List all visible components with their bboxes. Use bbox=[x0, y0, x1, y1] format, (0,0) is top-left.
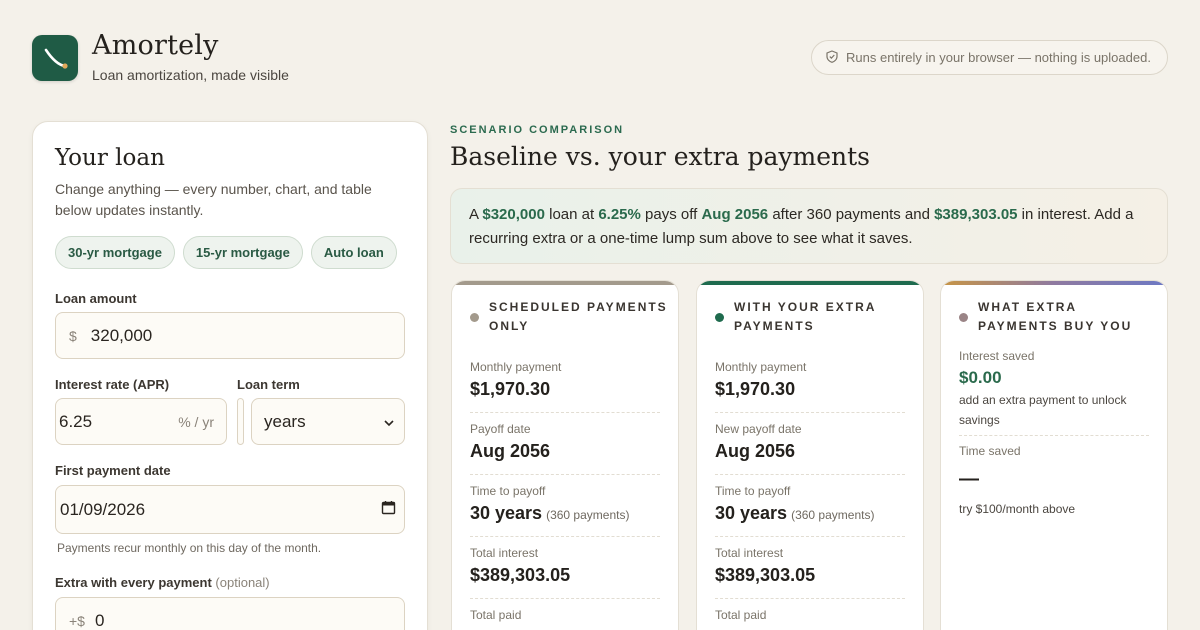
first-payment-value: 01/09/2026 bbox=[60, 499, 146, 519]
extra-payoff: New payoff date Aug 2056 bbox=[715, 422, 905, 475]
preset-auto-loan-button[interactable]: Auto loan bbox=[310, 236, 397, 269]
interest-rate-input[interactable]: 6.25 % / yr bbox=[55, 398, 227, 445]
loan-amount-label: Loan amount bbox=[55, 291, 137, 306]
interest-saved-note: add an extra payment to unlock savings bbox=[959, 393, 1127, 427]
loan-amount-input[interactable]: $ 320,000 bbox=[55, 312, 405, 359]
extra-card-title: WITH YOUR EXTRA PAYMENTS bbox=[734, 300, 877, 333]
comparison-title: Baseline vs. your extra payments bbox=[450, 142, 871, 171]
status-dot-icon bbox=[715, 313, 724, 322]
loan-term-label: Loan term bbox=[237, 377, 300, 392]
extra-time: Time to payoff 30 years (360 payments) bbox=[715, 484, 905, 537]
baseline-interest: Total interest $389,303.05 bbox=[470, 546, 660, 599]
first-payment-date-input[interactable]: 01/09/2026 bbox=[55, 485, 405, 534]
section-eyebrow: SCENARIO COMPARISON bbox=[450, 124, 625, 136]
dollar-prefix: $ bbox=[69, 327, 77, 344]
extra-payment-value: 0 bbox=[94, 610, 105, 630]
baseline-total-paid: Total paid bbox=[470, 608, 522, 622]
card-accent-bar bbox=[452, 281, 678, 285]
app-tagline: Loan amortization, made visible bbox=[92, 67, 289, 83]
time-saved-note: try $100/month above bbox=[959, 502, 1076, 516]
interest-saved-value: $0.00 bbox=[959, 368, 1002, 387]
loan-term-input[interactable] bbox=[237, 398, 244, 445]
preset-15yr-mortgage-button[interactable]: 15-yr mortgage bbox=[182, 236, 303, 269]
extra-interest: Total interest $389,303.05 bbox=[715, 546, 905, 599]
savings-card: WHAT EXTRA PAYMENTS BUY YOU Interest sav… bbox=[940, 280, 1168, 630]
summary-banner: A $320,000 loan at 6.25% pays off Aug 20… bbox=[450, 188, 1168, 264]
card-accent-bar bbox=[697, 281, 923, 285]
preset-30yr-mortgage-button[interactable]: 30-yr mortgage bbox=[55, 236, 175, 269]
app-logo-icon bbox=[32, 35, 78, 81]
shield-icon bbox=[826, 49, 838, 66]
baseline-time: Time to payoff 30 years (360 payments) bbox=[470, 484, 660, 537]
status-dot-icon bbox=[959, 313, 968, 322]
first-payment-label: First payment date bbox=[55, 463, 171, 478]
status-dot-icon bbox=[470, 313, 479, 322]
card-accent-bar bbox=[941, 281, 1167, 285]
extra-payment-input[interactable]: +$ 0 bbox=[55, 597, 405, 630]
baseline-card: SCHEDULED PAYMENTS ONLY Monthly payment … bbox=[451, 280, 679, 630]
time-saved-value: — bbox=[959, 468, 979, 490]
loan-form-description: Change anything — every number, chart, a… bbox=[55, 181, 372, 218]
interest-rate-value: 6.25 bbox=[59, 411, 93, 431]
summary-amount: $320,000 bbox=[482, 206, 545, 223]
interest-saved: Interest saved $0.00 add an extra paymen… bbox=[959, 349, 1149, 436]
baseline-card-title: SCHEDULED PAYMENTS ONLY bbox=[489, 300, 668, 333]
privacy-badge: Runs entirely in your browser — nothing … bbox=[811, 40, 1168, 75]
extra-payment-label: Extra with every payment (optional) bbox=[55, 575, 270, 590]
extra-monthly: Monthly payment $1,970.30 bbox=[715, 360, 905, 413]
privacy-text: Runs entirely in your browser — nothing … bbox=[846, 50, 1151, 65]
loan-form-title: Your loan bbox=[55, 145, 165, 171]
baseline-monthly: Monthly payment $1,970.30 bbox=[470, 360, 660, 413]
savings-card-title: WHAT EXTRA PAYMENTS BUY YOU bbox=[978, 300, 1133, 333]
rate-suffix: % / yr bbox=[178, 413, 214, 430]
loan-term-unit: years bbox=[264, 411, 306, 431]
chevron-down-icon bbox=[384, 412, 394, 432]
baseline-payoff: Payoff date Aug 2056 bbox=[470, 422, 660, 475]
interest-rate-label: Interest rate (APR) bbox=[55, 377, 170, 392]
optional-tag: (optional) bbox=[215, 575, 270, 590]
summary-payoff: Aug 2056 bbox=[701, 206, 769, 223]
loan-amount-value: 320,000 bbox=[90, 325, 153, 345]
time-saved: Time saved — try $100/month above bbox=[959, 444, 1149, 519]
extra-payments-card: WITH YOUR EXTRA PAYMENTS Monthly payment… bbox=[696, 280, 924, 630]
summary-rate: 6.25% bbox=[598, 206, 641, 223]
extra-total-paid: Total paid bbox=[715, 608, 767, 622]
summary-interest: $389,303.05 bbox=[934, 206, 1018, 223]
loan-term-unit-select[interactable]: years bbox=[251, 398, 405, 445]
app-name: Amortely bbox=[92, 30, 219, 61]
plus-dollar-prefix: +$ bbox=[69, 612, 85, 629]
preset-buttons: 30-yr mortgage 15-yr mortgage Auto loan bbox=[55, 236, 397, 269]
loan-form-card: Your loan Change anything — every number… bbox=[32, 121, 428, 630]
first-payment-hint: Payments recur monthly on this day of th… bbox=[57, 541, 322, 555]
calendar-icon[interactable] bbox=[381, 500, 396, 520]
